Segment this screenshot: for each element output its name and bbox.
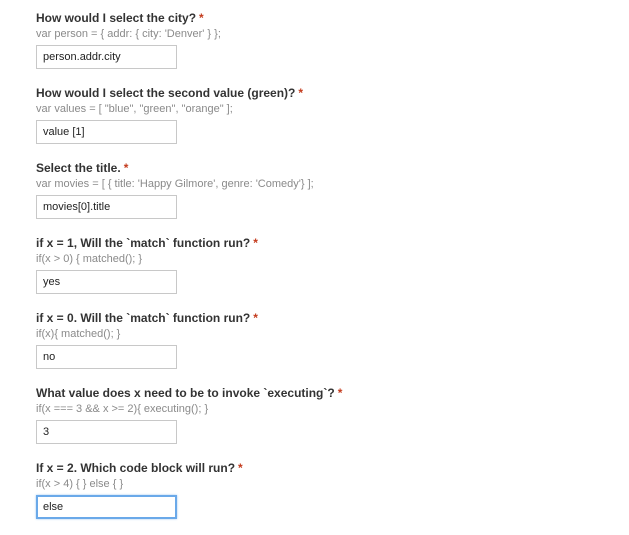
- quiz-form: How would I select the city? * var person…: [36, 10, 616, 535]
- question-title: If x = 2. Which code block will run? *: [36, 461, 243, 475]
- question-title: How would I select the second value (gre…: [36, 86, 304, 100]
- question-help-text: if(x){ matched(); }: [36, 328, 121, 340]
- question-code-block: If x = 2. Which code block will run? * if…: [36, 460, 616, 535]
- question-help-text: var values = [ "blue", "green", "orange"…: [36, 103, 233, 115]
- answer-input-match-x0[interactable]: [36, 345, 177, 369]
- answer-input-code-block[interactable]: [36, 495, 177, 519]
- required-asterisk: *: [298, 86, 304, 100]
- required-asterisk: *: [337, 386, 343, 400]
- question-movie-title: Select the title. * var movies = [ { titl…: [36, 160, 616, 235]
- answer-input-second-value[interactable]: [36, 120, 177, 144]
- answer-input-movie-title[interactable]: [36, 195, 177, 219]
- question-city: How would I select the city? * var person…: [36, 10, 616, 85]
- required-asterisk: *: [123, 161, 129, 175]
- required-asterisk: *: [253, 236, 258, 250]
- question-help-text: var person = { addr: { city: 'Denver' } …: [36, 28, 221, 40]
- required-asterisk: *: [238, 461, 243, 475]
- question-help-text: if(x > 4) { } else { }: [36, 478, 124, 490]
- answer-input-executing-value[interactable]: [36, 420, 177, 444]
- required-asterisk: *: [199, 11, 204, 25]
- question-title: What value does x need to be to invoke `…: [36, 386, 343, 400]
- question-help-text: if(x === 3 && x >= 2){ executing(); }: [36, 403, 209, 415]
- question-title: if x = 0. Will the `match` function run?…: [36, 311, 258, 325]
- question-help-text: var movies = [ { title: 'Happy Gilmore',…: [36, 178, 314, 190]
- question-match-x1: if x = 1, Will the `match` function run?…: [36, 235, 616, 310]
- answer-input-match-x1[interactable]: [36, 270, 177, 294]
- question-help-text: if(x > 0) { matched(); }: [36, 253, 143, 265]
- question-title: How would I select the city? *: [36, 11, 204, 25]
- question-executing-value: What value does x need to be to invoke `…: [36, 385, 616, 460]
- question-second-value: How would I select the second value (gre…: [36, 85, 616, 160]
- answer-input-city[interactable]: [36, 45, 177, 69]
- question-title: Select the title. *: [36, 161, 129, 175]
- question-match-x0: if x = 0. Will the `match` function run?…: [36, 310, 616, 385]
- required-asterisk: *: [253, 311, 258, 325]
- question-title: if x = 1, Will the `match` function run?…: [36, 236, 258, 250]
